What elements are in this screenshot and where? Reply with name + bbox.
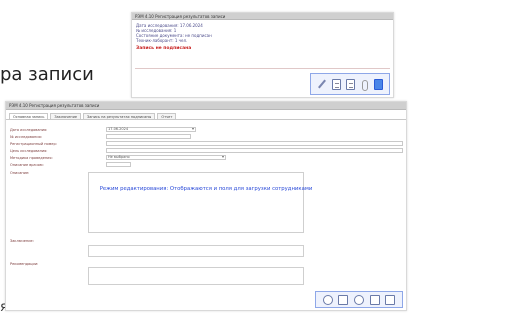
record-toolbar: [310, 73, 390, 95]
refresh-icon[interactable]: [353, 294, 364, 305]
registration-number-input[interactable]: [106, 141, 403, 146]
edit-blue-icon[interactable]: [374, 78, 384, 90]
info-line: Техник-лаборант: 1 чел.: [136, 38, 188, 43]
window-titlebar: РЭМ 4.10 Регистрация результатов записи: [6, 102, 406, 110]
document-icon[interactable]: [331, 78, 341, 90]
divider: [135, 68, 390, 69]
doctor-description-input[interactable]: [106, 162, 131, 167]
form-toolbar: [315, 291, 403, 308]
field-label: Дата исследования:: [10, 128, 48, 132]
record-info: Дата исследования: 17.06.2024 № исследов…: [132, 20, 393, 54]
save-icon[interactable]: [338, 294, 349, 305]
field-label: № исследования:: [10, 135, 42, 139]
tab-main-record[interactable]: Основная запись: [9, 113, 49, 119]
method-select[interactable]: Не выбрано: [106, 155, 226, 160]
field-label: Методика проведения:: [10, 156, 53, 160]
tab-conclusion[interactable]: Заключение: [50, 113, 82, 119]
bottom-screenshot-panel: РЭМ 4.10 Регистрация результатов записи …: [5, 101, 407, 311]
top-screenshot-panel: РЭМ 4.10 Регистрация результатов записи …: [131, 12, 394, 98]
not-signed-warning: Запись не подписана: [136, 46, 192, 51]
field-label: Описание врачом:: [10, 163, 44, 167]
pencil-icon[interactable]: [317, 79, 327, 89]
window-titlebar: РЭМ 4.10 Регистрация результатов записи: [132, 13, 393, 20]
paperclip-icon[interactable]: [360, 79, 369, 91]
tab-signed-results[interactable]: Запись на результатах подписаны: [83, 113, 156, 119]
field-label: Цель исследования:: [10, 149, 48, 153]
conclusion-textarea[interactable]: [88, 245, 304, 257]
round-icon[interactable]: [322, 294, 333, 305]
edit-mode-note: Режим редактирования: Отображаются и пол…: [99, 186, 313, 192]
document-icon[interactable]: [385, 294, 396, 305]
field-label: Описание:: [10, 171, 30, 175]
study-number-input[interactable]: [106, 134, 191, 139]
section-heading: ра записи: [0, 64, 94, 85]
recommendation-textarea[interactable]: [88, 267, 304, 285]
purpose-input[interactable]: [106, 148, 403, 153]
form-tabs: Основная запись Заключение Запись на рез…: [6, 110, 406, 120]
field-label: Регистрационный номер:: [10, 142, 57, 146]
description-textarea[interactable]: [88, 172, 304, 233]
conclusion-label: Заключение:: [10, 239, 34, 243]
date-select[interactable]: 17.06.2024: [106, 127, 196, 132]
recommendation-label: Рекомендации:: [10, 262, 39, 266]
tab-report[interactable]: Отчет: [157, 113, 177, 119]
print-icon[interactable]: [345, 78, 355, 90]
copy-icon[interactable]: [369, 294, 380, 305]
